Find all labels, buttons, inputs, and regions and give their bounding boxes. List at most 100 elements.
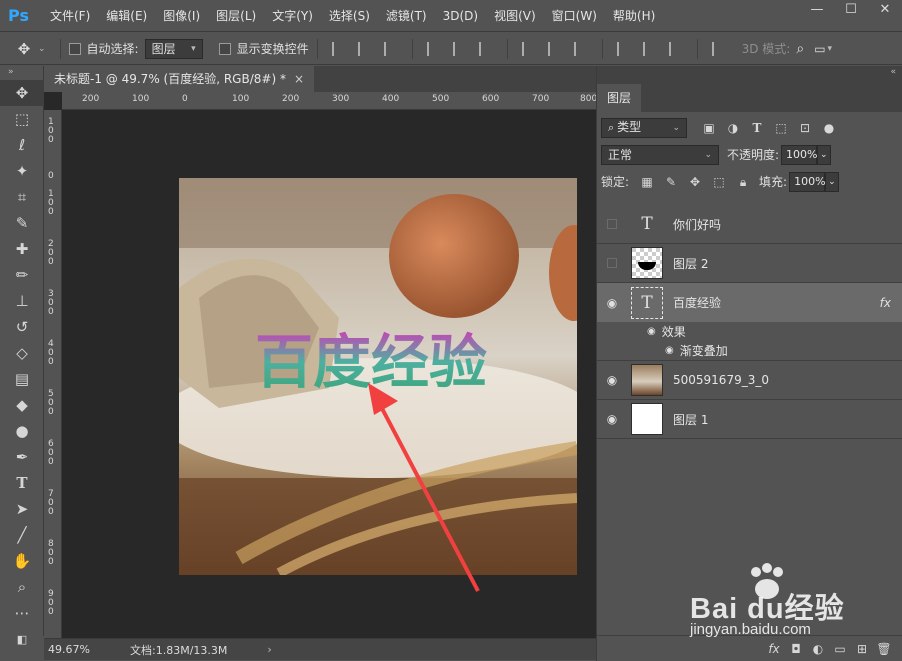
filter-toggle-icon[interactable]: ● — [821, 121, 837, 135]
status-menu-icon[interactable]: › — [267, 643, 271, 656]
marquee-tool-icon[interactable]: ⬚ — [0, 106, 44, 132]
add-layer-style-icon[interactable]: fx — [763, 642, 785, 656]
show-transform-checkbox[interactable] — [218, 42, 231, 55]
zoom-level[interactable]: 49.67% — [44, 643, 104, 656]
new-group-icon[interactable]: ▭ — [829, 642, 851, 656]
distribute-hcenter-icon[interactable] — [642, 41, 657, 56]
minimize-button[interactable]: — — [800, 0, 834, 22]
color-swatches-icon[interactable]: ◧ — [0, 626, 44, 652]
menu-help[interactable]: 帮助(H) — [613, 7, 655, 24]
fill-field[interactable]: 100% — [789, 171, 826, 192]
line-tool-icon[interactable]: ╱ — [0, 522, 44, 548]
new-adjustment-layer-icon[interactable]: ◐ — [807, 642, 829, 656]
zoom-tool-icon[interactable]: ⌕ — [0, 574, 44, 600]
eraser-tool-icon[interactable]: ◇ — [0, 340, 44, 366]
close-tab-icon[interactable]: × — [294, 66, 304, 92]
fill-dropdown-icon[interactable]: ⌄ — [825, 171, 840, 192]
eye-icon[interactable]: ◉ — [665, 345, 674, 356]
tab-layers[interactable]: 图层 — [597, 84, 642, 112]
move-tool-preset-icon[interactable]: ✥ — [10, 40, 38, 58]
type-tool-icon[interactable]: T — [0, 470, 44, 496]
menu-edit[interactable]: 编辑(E) — [106, 7, 147, 24]
lock-position-icon[interactable]: ✥ — [687, 174, 703, 190]
blur-tool-icon[interactable]: ◆ — [0, 392, 44, 418]
layer-row[interactable]: ◉ 500591679_3_0 — [597, 361, 902, 400]
healing-brush-tool-icon[interactable]: ✚ — [0, 236, 44, 262]
distribute-left-icon[interactable] — [616, 41, 631, 56]
opacity-field[interactable]: 100% — [781, 144, 818, 165]
menu-file[interactable]: 文件(F) — [50, 7, 90, 24]
layer-row[interactable]: 图层 2 — [597, 244, 902, 283]
chevron-down-icon[interactable]: ▾ — [828, 44, 833, 54]
brush-tool-icon[interactable]: ✏ — [0, 262, 44, 288]
filter-type-icon[interactable]: T — [749, 121, 765, 135]
fx-icon[interactable]: fx — [880, 296, 891, 310]
align-vcenter-icon[interactable] — [357, 41, 372, 56]
menu-3d[interactable]: 3D(D) — [443, 9, 478, 23]
menu-image[interactable]: 图像(I) — [163, 7, 200, 24]
maximize-button[interactable]: ☐ — [834, 0, 868, 22]
filter-kind-dropdown[interactable]: ⌕ 类型 ⌄ — [601, 117, 687, 138]
dodge-tool-icon[interactable]: ● — [0, 418, 44, 444]
crop-tool-icon[interactable]: ⌗ — [0, 184, 44, 210]
workspace-icon[interactable]: ▭ — [814, 42, 825, 56]
menu-type[interactable]: 文字(Y) — [272, 7, 313, 24]
filter-shape-icon[interactable]: ⬚ — [773, 121, 789, 135]
trash-icon[interactable]: 🗑︎ — [873, 642, 895, 656]
gradient-tool-icon[interactable]: ▤ — [0, 366, 44, 392]
eyedropper-tool-icon[interactable]: ✎ — [0, 210, 44, 236]
auto-align-icon[interactable] — [711, 41, 726, 56]
new-layer-icon[interactable]: ⊞ — [851, 642, 873, 656]
menu-select[interactable]: 选择(S) — [329, 7, 370, 24]
distribute-top-icon[interactable] — [521, 41, 536, 56]
lock-image-icon[interactable]: ✎ — [663, 174, 679, 190]
eye-icon[interactable]: ◉ — [647, 326, 656, 337]
eye-icon[interactable]: ◉ — [597, 412, 627, 426]
collapse-toolbar-icon[interactable]: » — [0, 66, 43, 80]
menu-filter[interactable]: 滤镜(T) — [386, 7, 427, 24]
eye-icon[interactable]: ◉ — [597, 373, 627, 387]
menu-view[interactable]: 视图(V) — [494, 7, 536, 24]
eye-icon[interactable]: ◉ — [597, 296, 627, 310]
distribute-vcenter-icon[interactable] — [547, 41, 562, 56]
add-mask-icon[interactable]: ◘ — [785, 642, 807, 656]
close-button[interactable]: ✕ — [868, 0, 902, 22]
search-icon[interactable]: ⌕ — [796, 41, 804, 57]
distribute-right-icon[interactable] — [668, 41, 683, 56]
path-selection-tool-icon[interactable]: ➤ — [0, 496, 44, 522]
layer-row[interactable]: T 你们好吗 — [597, 205, 902, 244]
pen-tool-icon[interactable]: ✒ — [0, 444, 44, 470]
align-bottom-icon[interactable] — [383, 41, 398, 56]
auto-select-dropdown[interactable]: 图层 ▾ — [144, 38, 203, 59]
move-tool-icon[interactable]: ✥ — [0, 80, 44, 106]
distribute-bottom-icon[interactable] — [573, 41, 588, 56]
layer-row[interactable]: ◉ T 百度经验 fx — [597, 283, 902, 322]
lasso-tool-icon[interactable]: ℓ — [0, 132, 44, 158]
menu-window[interactable]: 窗口(W) — [552, 7, 597, 24]
more-tools-icon[interactable]: ⋯ — [0, 600, 44, 626]
blend-mode-dropdown[interactable]: 正常 ⌄ — [601, 144, 719, 165]
align-top-icon[interactable] — [331, 41, 346, 56]
canvas-area[interactable]: 200 100 0 100 200 300 400 500 600 700 80… — [44, 92, 596, 638]
history-brush-tool-icon[interactable]: ↺ — [0, 314, 44, 340]
visibility-toggle[interactable] — [597, 219, 627, 229]
align-right-icon[interactable] — [478, 41, 493, 56]
gradient-overlay-row[interactable]: ◉ 渐变叠加 — [597, 341, 902, 361]
lock-transparent-icon[interactable]: ▦ — [639, 174, 655, 190]
chevron-down-icon[interactable]: ⌄ — [38, 44, 46, 54]
auto-select-checkbox[interactable] — [68, 42, 81, 55]
filter-adjustment-icon[interactable]: ◑ — [725, 121, 741, 135]
filter-pixel-icon[interactable]: ▣ — [701, 121, 717, 135]
collapse-panel-icon[interactable]: « — [597, 66, 902, 80]
menu-layer[interactable]: 图层(L) — [216, 7, 256, 24]
effects-row[interactable]: ◉ 效果 — [597, 322, 902, 341]
align-hcenter-icon[interactable] — [452, 41, 467, 56]
lock-all-icon[interactable]: 🔒︎ — [735, 174, 751, 190]
layer-row[interactable]: ◉ 图层 1 — [597, 400, 902, 439]
lock-artboard-icon[interactable]: ⬚ — [711, 174, 727, 190]
opacity-dropdown-icon[interactable]: ⌄ — [817, 144, 832, 165]
vertical-ruler[interactable]: 1 0 0 0 1 0 0 2 0 0 3 0 0 4 0 0 5 0 0 6 … — [44, 110, 62, 638]
horizontal-ruler[interactable]: 200 100 0 100 200 300 400 500 600 700 80… — [62, 92, 596, 110]
filter-smart-object-icon[interactable]: ⊡ — [797, 121, 813, 135]
magic-wand-tool-icon[interactable]: ✦ — [0, 158, 44, 184]
